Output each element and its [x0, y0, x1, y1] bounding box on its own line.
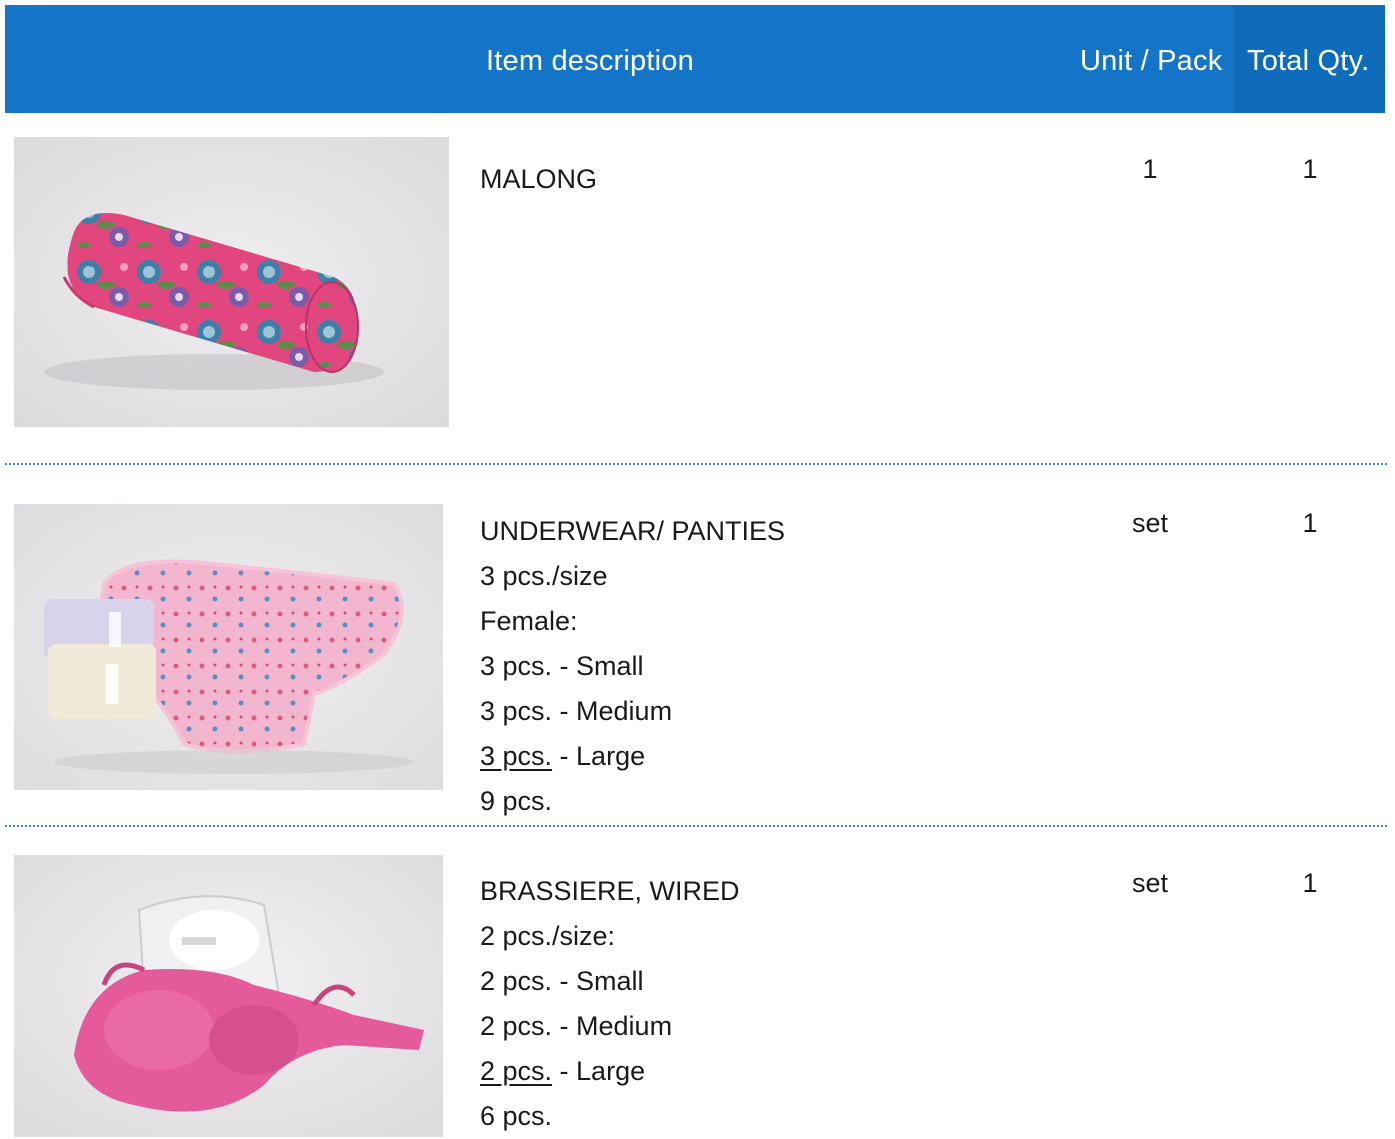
size-label: - Large: [552, 1056, 646, 1086]
total-qty-value: 1: [1302, 868, 1318, 898]
total-qty-value: 1: [1302, 154, 1318, 184]
panties-photo: [14, 504, 443, 790]
item-description: BRASSIERE, WIRED 2 pcs./size: 2 pcs. - S…: [480, 869, 740, 1139]
item-title: BRASSIERE, WIRED: [480, 876, 740, 906]
brassiere-photo: [14, 855, 443, 1137]
row-separator: [5, 825, 1387, 827]
item-total-pieces: 6 pcs.: [480, 1101, 553, 1131]
item-detail-line: Female:: [480, 606, 578, 636]
size-count: 3 pcs.: [480, 741, 553, 771]
item-detail-line: 2 pcs./size:: [480, 921, 616, 951]
item-description: MALONG: [480, 157, 597, 202]
unit-pack-value: set: [1131, 868, 1169, 898]
unit-pack-value: set: [1131, 508, 1169, 538]
item-title: MALONG: [480, 164, 598, 194]
item-description: UNDERWEAR/ PANTIES 3 pcs./size Female: 3…: [480, 509, 785, 824]
item-detail-line: 3 pcs. - Medium: [480, 696, 673, 726]
total-qty-header: Total Qty.: [1247, 45, 1370, 77]
size-count: 2 pcs.: [480, 1056, 553, 1086]
unit-pack-header: Unit / Pack: [1080, 45, 1223, 77]
table-header: Item description Unit / Pack Total Qty.: [5, 5, 1385, 113]
item-total-pieces: 9 pcs.: [480, 786, 553, 816]
item-detail-line: 3 pcs./size: [480, 561, 608, 591]
item-detail-line: 3 pcs. - Large: [480, 734, 785, 779]
malong-photo: [14, 137, 449, 427]
item-detail-line: 2 pcs. - Medium: [480, 1011, 673, 1041]
item-detail-line: 2 pcs. - Small: [480, 966, 644, 996]
total-qty-value: 1: [1302, 508, 1318, 538]
unit-pack-value: 1: [1142, 154, 1158, 184]
item-detail-line: 2 pcs. - Large: [480, 1049, 740, 1094]
item-description-header: Item description: [486, 45, 694, 77]
size-label: - Large: [552, 741, 646, 771]
row-separator: [5, 463, 1387, 465]
item-detail-line: 3 pcs. - Small: [480, 651, 644, 681]
item-title: UNDERWEAR/ PANTIES: [480, 516, 786, 546]
